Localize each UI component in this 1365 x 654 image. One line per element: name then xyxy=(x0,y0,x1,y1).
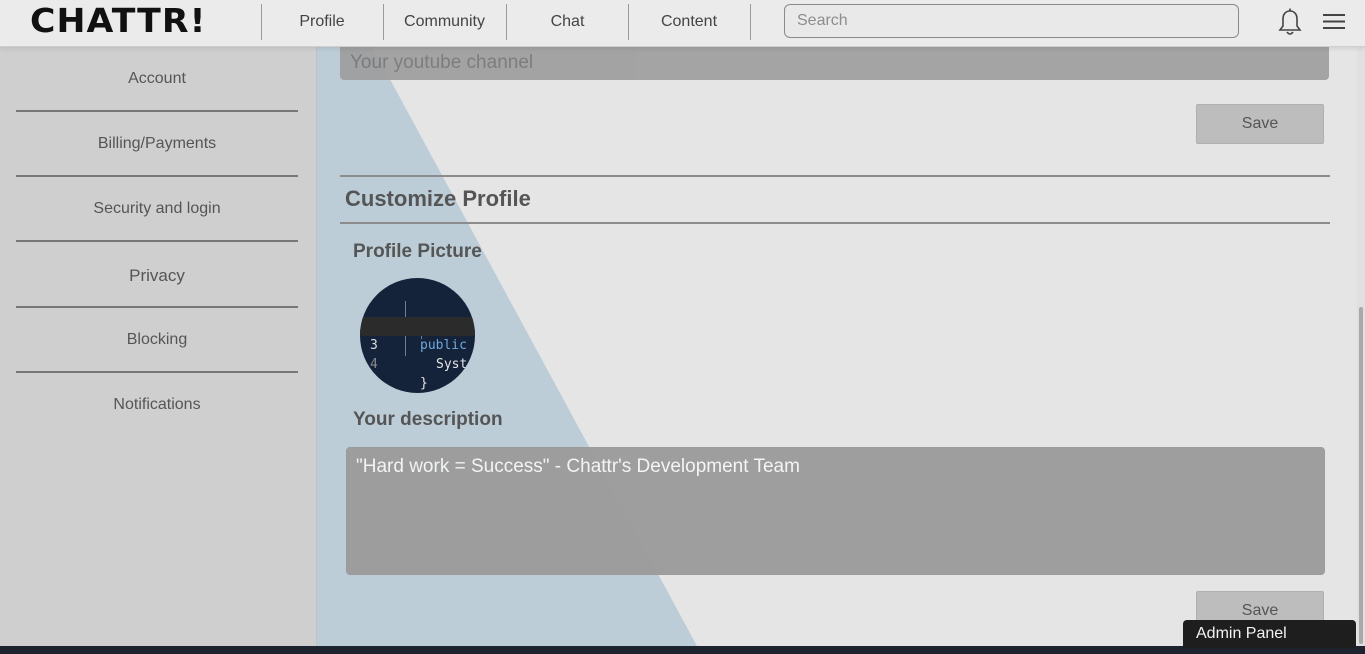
profile-picture-avatar[interactable]: public 2 public 3 Syste 4 } 5 } xyxy=(360,278,475,393)
code-line: 5 } xyxy=(370,376,378,391)
nav-link-community[interactable]: Community xyxy=(384,0,505,46)
settings-main-panel: Save Customize Profile Profile Picture p… xyxy=(317,46,1357,646)
search-input[interactable] xyxy=(784,4,1239,38)
bottom-bar xyxy=(0,646,1365,654)
nav-divider xyxy=(750,4,751,40)
description-label: Your description xyxy=(353,409,503,430)
nav-link-content[interactable]: Content xyxy=(629,0,749,46)
customize-profile-heading: Customize Profile xyxy=(345,186,531,211)
top-nav-bar: CHATTR! Profile Community Chat Content xyxy=(0,0,1365,47)
sidebar-item-security-and-login[interactable]: Security and login xyxy=(16,200,298,218)
settings-sidebar: Account Billing/Payments Security and lo… xyxy=(0,46,317,646)
youtube-channel-input[interactable] xyxy=(340,46,1329,80)
admin-panel-tab[interactable]: Admin Panel xyxy=(1183,620,1356,648)
profile-picture-label: Profile Picture xyxy=(353,241,482,262)
sidebar-divider xyxy=(16,306,298,308)
nav-link-profile[interactable]: Profile xyxy=(262,0,382,46)
code-line: public xyxy=(360,279,475,334)
sidebar-item-account[interactable]: Account xyxy=(16,70,298,88)
code-line: 4 } xyxy=(370,357,428,391)
section-divider xyxy=(340,175,1330,177)
chattr-logo[interactable]: CHATTR! xyxy=(30,3,206,39)
sidebar-item-privacy[interactable]: Privacy xyxy=(16,266,298,286)
section-divider xyxy=(340,222,1330,224)
code-line: 2 public xyxy=(370,319,467,353)
description-textarea[interactable]: "Hard work = Success" - Chattr's Develop… xyxy=(346,447,1325,575)
sidebar-divider xyxy=(16,371,298,373)
save-button[interactable]: Save xyxy=(1196,104,1324,144)
sidebar-item-billing-payments[interactable]: Billing/Payments xyxy=(16,135,298,153)
sidebar-item-notifications[interactable]: Notifications xyxy=(16,396,298,414)
code-line: 3 Syste xyxy=(360,317,475,372)
hamburger-menu-icon[interactable] xyxy=(1318,6,1350,38)
sidebar-divider xyxy=(16,175,298,177)
nav-link-chat[interactable]: Chat xyxy=(507,0,628,46)
sidebar-divider xyxy=(16,240,298,242)
sidebar-divider xyxy=(16,110,298,112)
sidebar-item-blocking[interactable]: Blocking xyxy=(16,331,298,349)
bell-icon[interactable] xyxy=(1274,6,1306,38)
scrollbar-thumb[interactable] xyxy=(1359,307,1363,644)
